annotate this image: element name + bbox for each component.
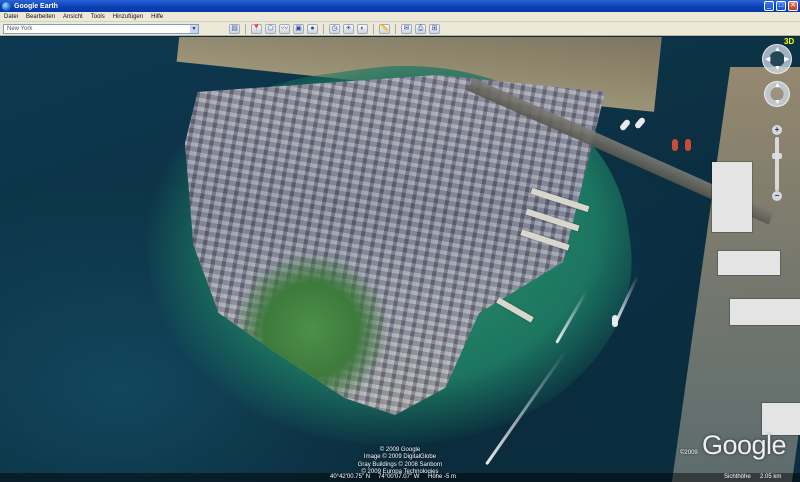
search-dropdown-icon[interactable]: ▼ [190, 24, 198, 33]
toolbar-divider [373, 23, 374, 34]
menu-bearbeiten[interactable]: Bearbeiten [22, 14, 59, 20]
earth-3d-view[interactable]: 3D ▲ ▼ ◀ ▶ ▲ ▼ + − © 2009 Google Image ©… [0, 37, 800, 482]
building [718, 251, 780, 275]
menu-hinzufuegen[interactable]: Hinzufügen [109, 14, 147, 20]
eye-altitude-label: Sichthöhe [724, 474, 751, 480]
boat [672, 139, 678, 151]
latitude-readout: 40°42'00.75" N [330, 474, 371, 480]
toolbar-divider [323, 23, 324, 34]
building [730, 299, 800, 325]
maximize-button[interactable]: □ [776, 1, 786, 11]
look-right-icon: ▶ [784, 56, 790, 63]
move-up-icon: ▲ [774, 82, 781, 89]
building [712, 162, 752, 232]
email-icon[interactable]: ✉ [401, 23, 412, 34]
toolbar-divider [395, 23, 396, 34]
overlay-icon[interactable]: ▣ [293, 23, 304, 34]
elevation-readout: Höhe -5 m [428, 474, 457, 480]
look-up-icon: ▲ [774, 46, 781, 53]
attribution-line: Image © 2009 DigitalGlobe [363, 454, 437, 461]
toolbar-icons: ▤ 📍 ⬠ 〰 ▣ ● ◷ ☀ ◐ 📏 ✉ ⎙ ⊞ [229, 23, 440, 34]
menu-bar: Datei Bearbeiten Ansicht Tools Hinzufüge… [0, 12, 800, 22]
boat [685, 139, 691, 151]
status-bar: 40°42'00.75" N 74°00'07.07" W Höhe -5 m … [0, 473, 800, 482]
logo-copyright: ©2009 [680, 450, 698, 456]
look-left-icon: ◀ [765, 56, 771, 63]
tour-icon[interactable]: ● [307, 23, 318, 34]
zoom-out-button[interactable]: − [772, 191, 782, 201]
sidebar-icon[interactable]: ▤ [229, 23, 240, 34]
title-bar: Google Earth _ □ ✕ [0, 0, 800, 12]
ruler-icon[interactable]: 📏 [379, 23, 390, 34]
look-down-icon: ▼ [774, 65, 781, 72]
menu-tools[interactable]: Tools [87, 14, 109, 20]
placemark-icon[interactable]: 📍 [251, 23, 262, 34]
minimize-button[interactable]: _ [764, 1, 774, 11]
search-input-value: New York [7, 25, 33, 32]
historical-imagery-icon[interactable]: ◷ [329, 23, 340, 34]
zoom-in-button[interactable]: + [772, 125, 782, 135]
google-earth-window: Google Earth _ □ ✕ Datei Bearbeiten Ansi… [0, 0, 800, 482]
look-joystick[interactable]: ▲ ▼ ◀ ▶ [762, 44, 792, 74]
close-button[interactable]: ✕ [788, 1, 798, 11]
print-icon[interactable]: ⎙ [415, 23, 426, 34]
longitude-readout: 74°00'07.07" W [378, 474, 420, 480]
google-logo: Google [702, 430, 787, 460]
eye-altitude-value: 2.05 km [760, 474, 782, 480]
maps-icon[interactable]: ⊞ [429, 23, 440, 34]
toolbar: New York ▼ ▤ 📍 ⬠ 〰 ▣ ● ◷ ☀ ◐ 📏 ✉ ⎙ ⊞ [0, 22, 800, 36]
toolbar-divider [245, 23, 246, 34]
path-icon[interactable]: 〰 [279, 23, 290, 34]
menu-datei[interactable]: Datei [0, 14, 22, 20]
boat [612, 315, 618, 327]
window-title: Google Earth [14, 2, 58, 10]
window-controls: _ □ ✕ [764, 1, 798, 11]
sun-icon[interactable]: ☀ [343, 23, 354, 34]
move-down-icon: ▼ [774, 99, 781, 106]
menu-hilfe[interactable]: Hilfe [147, 14, 167, 20]
move-joystick[interactable]: ▲ ▼ [764, 81, 790, 107]
polygon-icon[interactable]: ⬠ [265, 23, 276, 34]
search-input[interactable]: New York ▼ [3, 23, 199, 34]
zoom-slider[interactable] [775, 137, 779, 191]
zoom-slider-handle[interactable] [772, 153, 782, 159]
north-indicator[interactable]: 3D [784, 37, 794, 46]
google-earth-app-icon [2, 1, 11, 11]
planets-icon[interactable]: ◐ [357, 23, 368, 34]
menu-ansicht[interactable]: Ansicht [59, 14, 87, 20]
